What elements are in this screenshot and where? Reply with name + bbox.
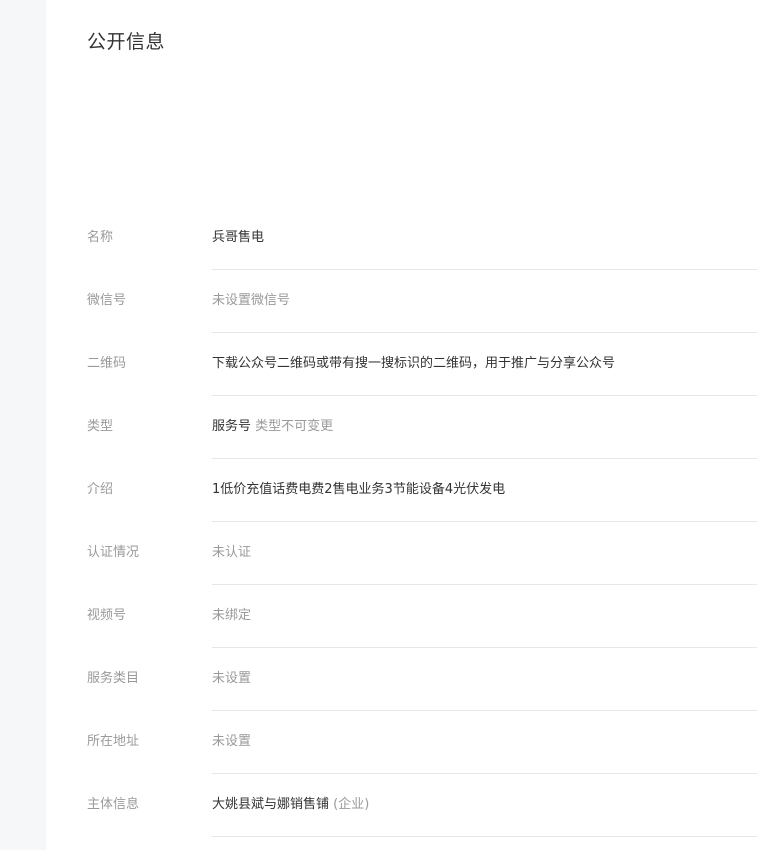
info-row-entity: 主体信息 大姚县斌与娜销售铺 (企业) bbox=[46, 773, 757, 837]
row-value-verification: 未认证 bbox=[212, 521, 757, 585]
row-value-wechat-id: 未设置微信号 bbox=[212, 269, 757, 333]
info-row-type: 类型 服务号 类型不可变更 bbox=[46, 395, 757, 459]
entity-type: (企业) bbox=[333, 797, 370, 812]
row-label-entity: 主体信息 bbox=[87, 797, 140, 812]
row-label-qrcode: 二维码 bbox=[87, 356, 127, 371]
info-row-category: 服务类目 未设置 bbox=[46, 647, 757, 711]
qrcode-download-link[interactable]: 下载公众号二维码或带有搜一搜标识的二维码，用于推广与分享公众号 bbox=[212, 332, 757, 396]
row-label-address: 所在地址 bbox=[87, 734, 140, 749]
info-row-name: 名称 兵哥售电 bbox=[46, 206, 757, 270]
page-title: 公开信息 bbox=[87, 31, 166, 53]
row-label-channels: 视频号 bbox=[87, 608, 127, 623]
row-label-name: 名称 bbox=[87, 230, 114, 245]
row-label-verification: 认证情况 bbox=[87, 545, 140, 560]
row-value-category: 未设置 bbox=[212, 647, 757, 711]
info-row-qrcode: 二维码 下载公众号二维码或带有搜一搜标识的二维码，用于推广与分享公众号 bbox=[46, 332, 757, 396]
info-row-intro: 介绍 1低价充值话费电费2售电业务3节能设备4光伏发电 bbox=[46, 458, 757, 522]
left-sidebar-strip bbox=[0, 0, 46, 850]
row-value-type: 服务号 类型不可变更 bbox=[212, 395, 757, 459]
row-label-category: 服务类目 bbox=[87, 671, 140, 686]
info-row-verification: 认证情况 未认证 bbox=[46, 521, 757, 585]
row-label-wechat-id: 微信号 bbox=[87, 293, 127, 308]
info-row-channels: 视频号 未绑定 bbox=[46, 584, 757, 648]
type-value: 服务号 bbox=[212, 419, 252, 434]
info-row-address: 所在地址 未设置 bbox=[46, 710, 757, 774]
row-value-name: 兵哥售电 bbox=[212, 206, 757, 270]
row-value-address: 未设置 bbox=[212, 710, 757, 774]
info-row-wechat-id: 微信号 未设置微信号 bbox=[46, 269, 757, 333]
entity-name: 大姚县斌与娜销售铺 bbox=[212, 797, 330, 812]
info-list: 名称 兵哥售电 微信号 未设置微信号 二维码 下载公众号二维码或带有搜一搜标识的… bbox=[46, 206, 757, 837]
row-value-channels: 未绑定 bbox=[212, 584, 757, 648]
row-value-entity: 大姚县斌与娜销售铺 (企业) bbox=[212, 773, 757, 837]
row-value-intro: 1低价充值话费电费2售电业务3节能设备4光伏发电 bbox=[212, 458, 757, 522]
public-info-panel: 公开信息 名称 兵哥售电 微信号 未设置微信号 二维码 下载公众号二维码或带有搜… bbox=[46, 0, 757, 850]
row-label-intro: 介绍 bbox=[87, 482, 114, 497]
row-label-type: 类型 bbox=[87, 419, 114, 434]
type-note: 类型不可变更 bbox=[255, 419, 334, 434]
